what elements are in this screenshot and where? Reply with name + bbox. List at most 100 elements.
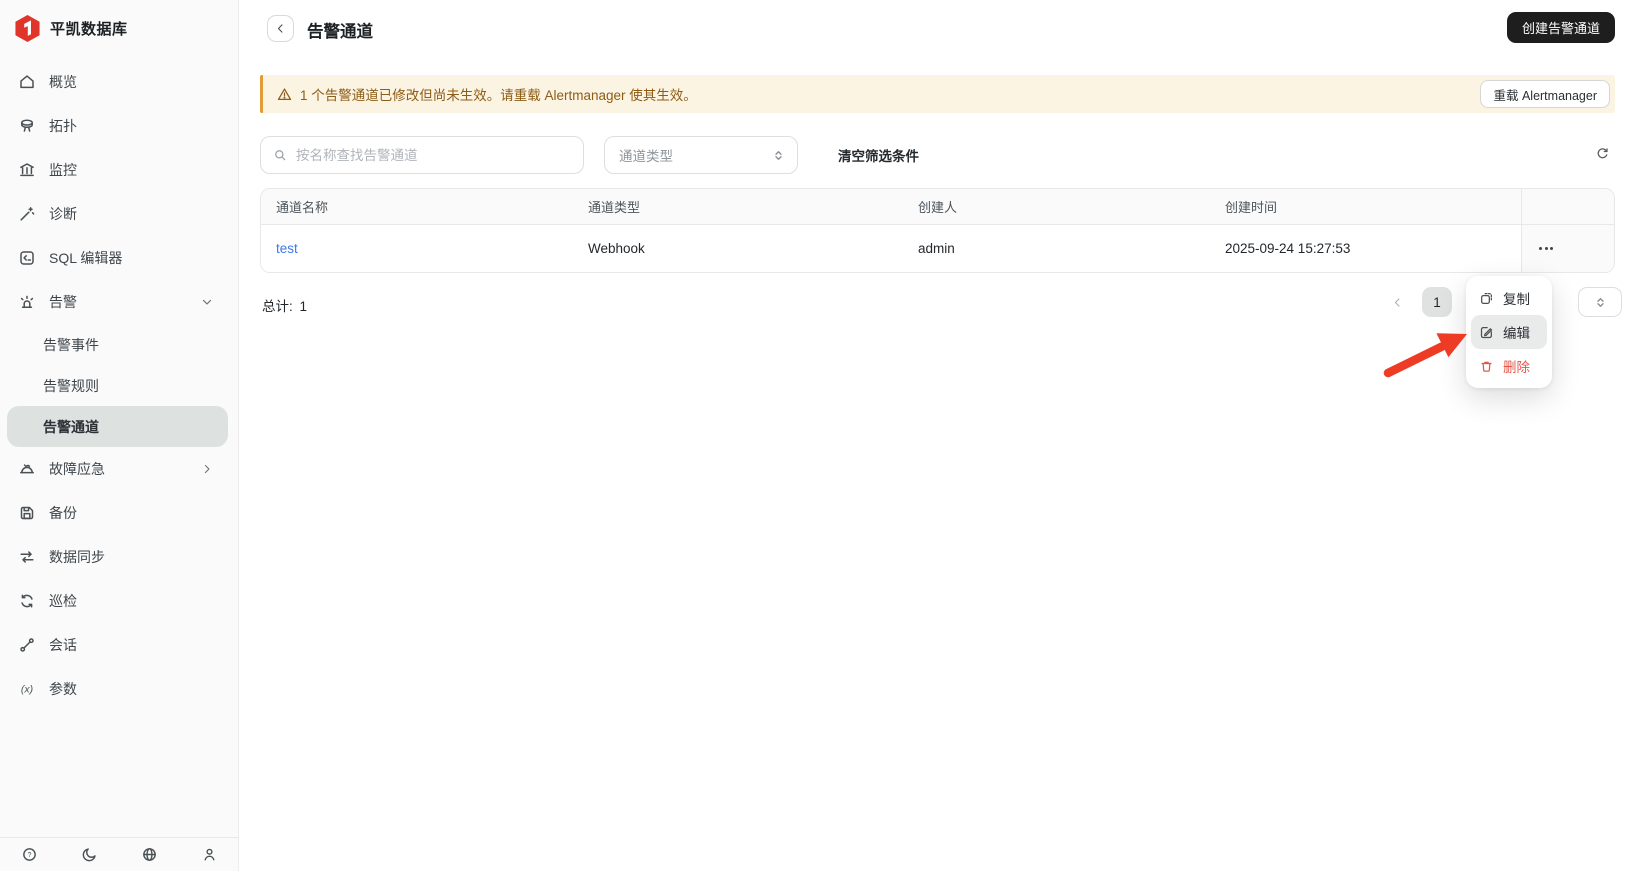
sidebar-item-parameters[interactable]: (x) 参数 (0, 667, 238, 711)
sidebar-item-label: 数据同步 (49, 549, 105, 565)
sidebar-item-diagnosis[interactable]: 诊断 (0, 192, 238, 236)
sidebar-item-label: SQL 编辑器 (49, 250, 123, 266)
more-horizontal-icon (1539, 247, 1542, 250)
select-placeholder: 通道类型 (619, 149, 673, 164)
menu-item-label: 编辑 (1503, 326, 1530, 341)
channel-created-cell: 2025-09-24 15:27:53 (1225, 241, 1351, 256)
clear-filters-button[interactable]: 清空筛选条件 (838, 136, 919, 174)
menu-item-copy[interactable]: 复制 (1471, 281, 1547, 315)
pagination-prev-button[interactable] (1386, 291, 1408, 313)
edit-icon (1479, 325, 1494, 340)
create-alert-channel-button[interactable]: 创建告警通道 (1507, 12, 1616, 43)
sidebar-item-emergency[interactable]: 故障应急 (0, 447, 238, 491)
help-icon[interactable]: ? (18, 844, 40, 866)
alert-icon (18, 293, 36, 311)
sidebar-item-label: 诊断 (49, 206, 77, 222)
sidebar-item-alert-events[interactable]: 告警事件 (0, 324, 238, 365)
diagnosis-wand-icon (18, 205, 36, 223)
search-input[interactable] (296, 147, 571, 163)
warning-triangle-icon (276, 86, 293, 103)
user-icon[interactable] (198, 844, 220, 866)
topology-icon (18, 117, 36, 135)
brand-hexagon-icon (14, 14, 41, 43)
sql-editor-icon (18, 249, 36, 267)
app-logo: 平凯数据库 (0, 0, 238, 43)
channel-type-cell: Webhook (588, 241, 645, 256)
menu-item-label: 删除 (1503, 360, 1530, 375)
sidebar-item-label: 备份 (49, 505, 77, 521)
sidebar-item-label: 监控 (49, 162, 77, 178)
chevron-left-icon (277, 24, 283, 33)
page-size-select[interactable] (1578, 287, 1622, 317)
refresh-icon (1597, 147, 1608, 158)
sidebar-footer: ? (0, 837, 238, 871)
refresh-button[interactable] (1590, 141, 1614, 165)
sidebar-item-alerts[interactable]: 告警 (0, 280, 238, 324)
svg-text:?: ? (27, 851, 31, 859)
sidebar-subitem-label: 告警规则 (43, 377, 99, 394)
sidebar-item-label: 故障应急 (49, 461, 105, 477)
sidebar-item-sql-editor[interactable]: SQL 编辑器 (0, 236, 238, 280)
select-sorter-icon (771, 148, 786, 163)
app-title: 平凯数据库 (50, 21, 128, 38)
annotation-arrow (1382, 322, 1474, 385)
sidebar-item-inspection[interactable]: 巡检 (0, 579, 238, 623)
sidebar-item-label: 巡检 (49, 593, 77, 609)
channel-type-select[interactable]: 通道类型 (604, 136, 798, 174)
column-header-creator: 创建人 (918, 200, 958, 215)
row-context-menu: 复制 编辑 删除 (1466, 276, 1552, 388)
sidebar-item-label: 概览 (49, 74, 77, 90)
sidebar-item-label: 参数 (49, 681, 77, 697)
inspection-icon (18, 592, 36, 610)
sidebar-item-label: 拓扑 (49, 118, 77, 134)
pagination-page-1[interactable]: 1 (1422, 287, 1452, 317)
page-title: 告警通道 (307, 23, 373, 41)
column-header-actions (1521, 189, 1614, 224)
alert-channels-table: 通道名称 通道类型 创建人 创建时间 test Webhook admin 20… (260, 188, 1615, 273)
column-header-name: 通道名称 (276, 200, 329, 215)
copy-icon (1479, 291, 1494, 306)
sidebar-item-overview[interactable]: 概览 (0, 60, 238, 104)
table-header-row: 通道名称 通道类型 创建人 创建时间 (261, 189, 1614, 225)
session-icon (18, 636, 36, 654)
sidebar-nav: 概览 拓扑 监控 诊断 SQL 编辑器 告警 告警事件 告警规则 告警通道 故障… (0, 60, 238, 711)
row-actions-button[interactable] (1537, 243, 1555, 254)
data-sync-icon (18, 548, 36, 566)
menu-item-label: 复制 (1503, 292, 1530, 307)
parameters-icon: (x) (18, 680, 36, 698)
sidebar-item-sessions[interactable]: 会话 (0, 623, 238, 667)
reload-alertmanager-button[interactable]: 重载 Alertmanager (1480, 80, 1610, 108)
table-row: test Webhook admin 2025-09-24 15:27:53 (261, 225, 1614, 272)
theme-moon-icon[interactable] (78, 844, 100, 866)
sidebar: 平凯数据库 概览 拓扑 监控 诊断 SQL 编辑器 告警 告警事件 告警规则 告… (0, 0, 239, 871)
warning-banner-text: 1 个告警通道已修改但尚未生效。请重载 Alertmanager 使其生效。 (300, 88, 697, 103)
menu-item-edit[interactable]: 编辑 (1471, 315, 1547, 349)
sidebar-item-monitoring[interactable]: 监控 (0, 148, 238, 192)
sidebar-item-label: 会话 (49, 637, 77, 653)
warning-banner: 1 个告警通道已修改但尚未生效。请重载 Alertmanager 使其生效。 重… (260, 75, 1615, 113)
sidebar-item-alert-rules[interactable]: 告警规则 (0, 365, 238, 406)
channel-search-box (260, 136, 584, 174)
home-icon (18, 73, 36, 91)
sidebar-subitem-label: 告警通道 (43, 418, 99, 435)
svg-text:(x): (x) (21, 684, 33, 696)
back-button[interactable] (267, 15, 294, 42)
emergency-icon (18, 460, 36, 478)
total-count: 总计: 1 (262, 295, 307, 315)
language-globe-icon[interactable] (138, 844, 160, 866)
channel-creator-cell: admin (918, 241, 955, 256)
trash-icon (1479, 359, 1494, 374)
column-header-type: 通道类型 (588, 200, 641, 215)
select-sorter-icon (1596, 297, 1604, 307)
channel-name-link[interactable]: test (276, 241, 298, 256)
menu-item-delete[interactable]: 删除 (1471, 349, 1547, 383)
sidebar-item-data-sync[interactable]: 数据同步 (0, 535, 238, 579)
search-icon (273, 148, 288, 163)
sidebar-item-alert-channels[interactable]: 告警通道 (7, 406, 228, 447)
monitoring-icon (18, 161, 36, 179)
sidebar-item-backup[interactable]: 备份 (0, 491, 238, 535)
column-header-created-at: 创建时间 (1225, 200, 1278, 215)
sidebar-item-topology[interactable]: 拓扑 (0, 104, 238, 148)
chevron-left-icon (1394, 297, 1399, 307)
sidebar-item-label: 告警 (49, 294, 77, 310)
